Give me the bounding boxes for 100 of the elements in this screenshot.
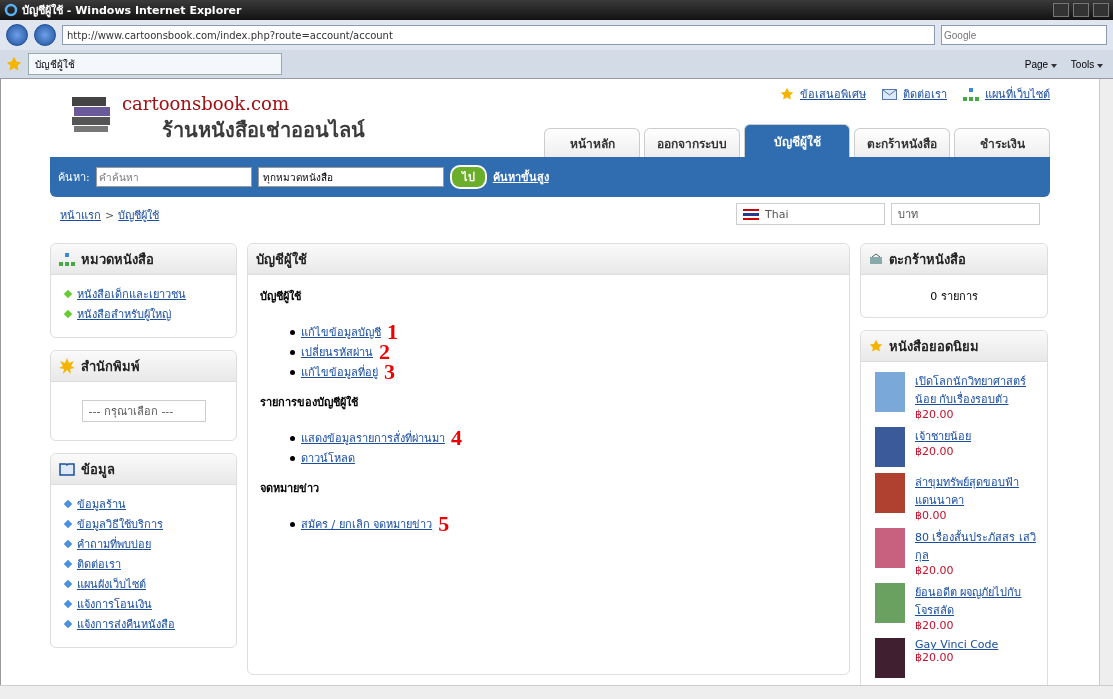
logo-title: cartoonsbook.com <box>122 93 290 114</box>
sitemap-icon <box>59 252 75 266</box>
window-title: บัญชีผู้ใช้ - Windows Internet Explorer <box>22 2 243 19</box>
nav-tab[interactable]: บัญชีผู้ใช้ <box>744 124 850 157</box>
sidebar-link[interactable]: แผนผังเว็บไซต์ <box>77 575 146 593</box>
header-link[interactable]: ข้อเสนอพิเศษ <box>800 85 866 103</box>
account-link[interactable]: แก้ไขข้อมูลบัญชี <box>301 323 381 341</box>
bullet-icon <box>63 559 73 569</box>
back-button[interactable] <box>6 24 28 46</box>
caret-icon <box>1097 63 1103 68</box>
bullet-icon <box>63 519 73 529</box>
sidebar-link[interactable]: หนังสือสำหรับผู้ใหญ่ <box>77 305 171 323</box>
caret-icon <box>1050 63 1057 68</box>
browser-tab[interactable]: บัญชีผู้ใช้ <box>28 53 282 75</box>
book-icon <box>59 462 75 476</box>
book-price: ฿20.00 <box>915 619 955 632</box>
account-link[interactable]: เปลี่ยนรหัสผ่าน <box>301 343 373 361</box>
cover-placeholder[interactable] <box>875 473 905 513</box>
book-price: ฿20.00 <box>915 408 955 421</box>
cover-placeholder[interactable] <box>875 583 905 623</box>
vertical-scrollbar[interactable] <box>1099 79 1113 685</box>
bullet-icon <box>290 435 295 441</box>
publisher-select[interactable]: --- กรุณาเลือก --- <box>81 400 206 422</box>
nav-tab[interactable]: ตะกร้าหนังสือ <box>854 128 950 157</box>
bullet-icon <box>290 369 295 375</box>
bullet-icon <box>290 455 295 461</box>
forward-button[interactable] <box>34 24 56 46</box>
maximize-button[interactable] <box>1073 3 1089 17</box>
bullet-icon <box>63 599 73 609</box>
book-price: ฿20.00 <box>915 445 955 458</box>
language-select[interactable]: Thai <box>736 203 885 225</box>
browser-icon <box>4 3 18 17</box>
keyword-field[interactable]: คำค้นหา <box>95 167 252 187</box>
cover-placeholder[interactable] <box>875 427 905 467</box>
breadcrumb-link[interactable]: หน้าแรก <box>60 209 101 222</box>
breadcrumb-separator: > <box>105 209 115 222</box>
book-link[interactable]: เปิดโลกนักวิทยาศาสตร์น้อย กับเรื่องรอบตัว <box>915 372 1037 408</box>
section-heading: รายการของบัญชีผู้ใช้ <box>260 394 359 411</box>
sidebar-link[interactable]: แจ้งการส่งคืนหนังสือ <box>77 615 175 633</box>
bullet-icon <box>63 309 73 319</box>
basket-icon <box>869 253 883 265</box>
search-field[interactable]: Google <box>941 25 1107 45</box>
bullet-icon <box>290 329 295 335</box>
annotation-number: 4 <box>451 431 462 445</box>
book-link[interactable]: 80 เรื่องสั้นประภัสสร เสวิกุล <box>915 528 1037 564</box>
star-icon[interactable] <box>6 56 22 72</box>
toolbar-button[interactable]: Page <box>1020 58 1061 70</box>
nav-tab[interactable]: ชำระเงิน <box>954 128 1050 157</box>
annotation-number: 3 <box>384 365 395 379</box>
panel-title: สำนักพิมพ์ <box>81 357 140 376</box>
horizontal-scrollbar[interactable] <box>0 685 1113 699</box>
advanced-search-link[interactable]: ค้นหาขั้นสูง <box>492 168 549 186</box>
sidebar-link[interactable]: แจ้งการโอนเงิน <box>77 595 152 613</box>
book-link[interactable]: ย้อนอดีต ผจญภัยไปกับโจรสลัด <box>915 583 1037 619</box>
cover-placeholder[interactable] <box>875 528 905 568</box>
sitemap-icon <box>963 87 979 101</box>
annotation-number: 1 <box>387 325 398 339</box>
panel-title: หมวดหนังสือ <box>81 250 154 269</box>
account-link[interactable]: ดาวน์โหลด <box>301 449 355 467</box>
nav-tab[interactable]: ออกจากระบบ <box>644 128 740 157</box>
book-price: ฿20.00 <box>915 651 955 664</box>
bullet-icon <box>63 579 73 589</box>
sidebar-link[interactable]: ข้อมูลร้าน <box>77 495 126 513</box>
close-button[interactable] <box>1093 3 1109 17</box>
header-link[interactable]: ติดต่อเรา <box>903 85 947 103</box>
category-select[interactable]: ทุกหมวดหนังสือ <box>257 167 444 187</box>
nav-tab[interactable]: หน้าหลัก <box>544 128 640 157</box>
book-price: ฿20.00 <box>915 564 955 577</box>
cover-placeholder[interactable] <box>875 372 905 412</box>
envelope-icon <box>882 88 897 100</box>
burst-icon <box>59 358 75 374</box>
panel-title: บัญชีผู้ใช้ <box>256 250 307 270</box>
sidebar-link[interactable]: คำถามที่พบบ่อย <box>77 535 151 553</box>
section-heading: จดหมายข่าว <box>260 481 320 497</box>
book-link[interactable]: เจ้าชายน้อย <box>915 427 1037 445</box>
book-price: ฿0.00 <box>915 509 948 522</box>
address-field[interactable]: http://www.cartoonsbook.com/index.php?route=account/account <box>62 25 935 45</box>
bullet-icon <box>63 619 73 629</box>
account-link[interactable]: สมัคร / ยกเลิก จดหมายข่าว <box>301 515 433 533</box>
annotation-number: 2 <box>379 345 390 359</box>
panel-title: ตะกร้าหนังสือ <box>889 250 966 269</box>
book-link[interactable]: ล่าขุมทรัพย์สุดขอบฟ้าแดนนาคา <box>915 473 1037 509</box>
bullet-icon <box>63 539 73 549</box>
annotation-number: 5 <box>438 517 450 531</box>
header-link[interactable]: แผนที่เว็บไซต์ <box>985 85 1050 103</box>
cart-summary: 0 รายการ <box>929 289 979 305</box>
toolbar-button[interactable]: Tools <box>1066 58 1107 70</box>
sidebar-link[interactable]: หนังสือเด็กและเยาวชน <box>77 285 186 303</box>
account-link[interactable]: แก้ไขข้อมูลที่อยู่ <box>301 363 378 381</box>
breadcrumb-link[interactable]: บัญชีผู้ใช้ <box>118 209 160 222</box>
star-icon <box>869 339 883 353</box>
cover-placeholder[interactable] <box>875 638 905 678</box>
minimize-button[interactable] <box>1053 3 1069 17</box>
currency-select[interactable]: บาท <box>891 203 1040 225</box>
book-link[interactable]: Gay Vinci Code <box>915 638 1037 651</box>
sidebar-link[interactable]: ข้อมูลวิธีใช้บริการ <box>77 515 163 533</box>
sidebar-link[interactable]: ติดต่อเรา <box>77 555 121 573</box>
panel-title: ข้อมูล <box>81 460 115 480</box>
search-label: ค้นหา: <box>58 170 90 186</box>
account-link[interactable]: แสดงข้อมูลรายการสั่งที่ผ่านมา <box>301 429 445 447</box>
